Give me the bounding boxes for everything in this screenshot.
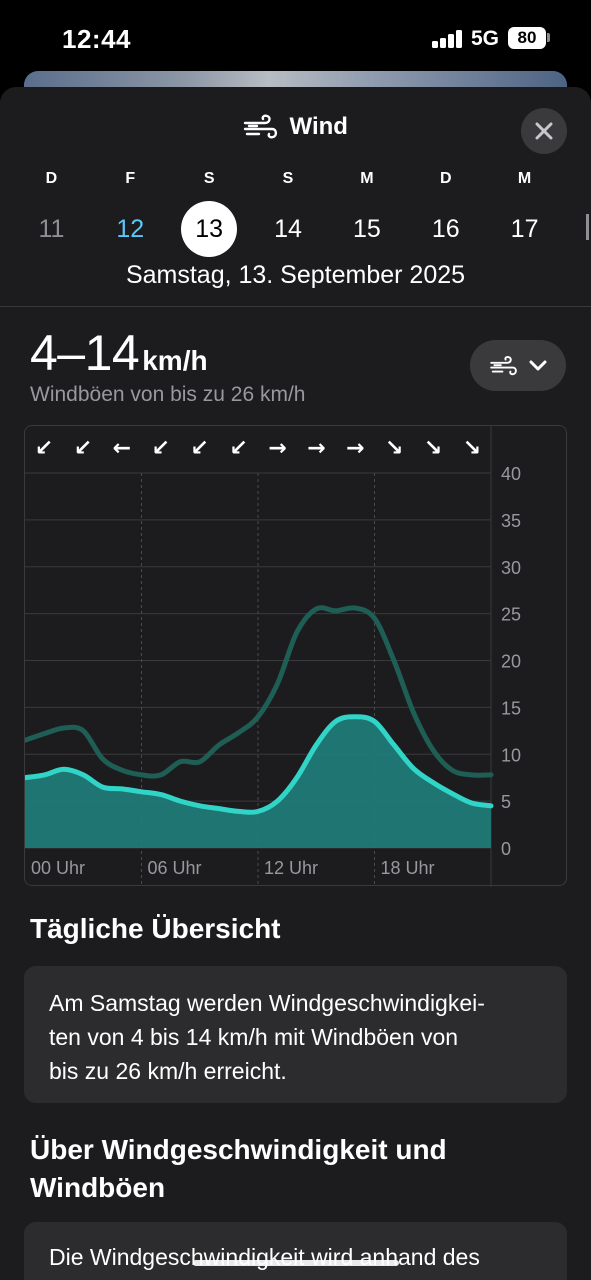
date-strip: 11 12 13 14 15 16 17 xyxy=(12,201,564,257)
date-15[interactable]: 15 xyxy=(327,201,406,257)
x-tick-label: 06 Uhr xyxy=(148,858,202,878)
wind-direction-arrow: → xyxy=(307,436,325,461)
speed-unit: km/h xyxy=(142,345,208,376)
speed-value: 4–14 xyxy=(30,325,140,381)
y-tick-label: 10 xyxy=(501,745,521,765)
wind-icon xyxy=(243,114,278,139)
wind-direction-arrow: → xyxy=(268,436,286,461)
wind-icon xyxy=(490,355,517,375)
wind-direction-arrow: ↘ xyxy=(463,436,481,461)
date-11[interactable]: 11 xyxy=(12,201,91,257)
wind-direction-arrow: ↘ xyxy=(385,436,403,461)
daily-overview-title: Tägliche Übersicht xyxy=(30,913,281,944)
daily-overview-text: Am Samstag werden Windgeschwindigkei- te… xyxy=(49,986,549,1088)
date-14[interactable]: 14 xyxy=(249,201,328,257)
date-label: 14 xyxy=(274,214,302,243)
status-time: 12:44 xyxy=(62,24,131,54)
sheet-header: Wind xyxy=(0,87,591,177)
weekday-label: F xyxy=(125,170,136,187)
date-label: 11 xyxy=(38,214,65,243)
about-card: Die Windgeschwindigkeit wird anhand des xyxy=(24,1222,567,1280)
about-text: Die Windgeschwindigkeit wird anhand des xyxy=(49,1244,480,1270)
full-date: Samstag, 13. September 2025 xyxy=(125,261,466,289)
y-tick-label: 0 xyxy=(501,839,511,859)
wind-direction-arrow: ↙ xyxy=(152,436,170,461)
wind-sheet: Wind D F S S M D M 11 12 13 14 15 16 17 … xyxy=(0,87,591,1280)
network-label: 5G xyxy=(471,27,500,50)
status-bar: 12:44 5G 80 xyxy=(0,0,591,72)
wind-chart[interactable]: 0 5 10 15 20 25 30 35 40 00 Uhr 06 Uhr 12 Uhr 18 Uhr… xyxy=(24,425,567,887)
daily-overview-card: Am Samstag werden Windgeschwindigkei- te… xyxy=(24,966,567,1103)
chevron-down-icon xyxy=(529,360,547,370)
about-title-line: Windböen xyxy=(30,1172,166,1203)
overview-line: Am Samstag werden Windgeschwindigkei- xyxy=(49,990,485,1016)
date-label: 13 xyxy=(181,201,238,257)
y-tick-label: 30 xyxy=(501,558,521,578)
date-13-selected[interactable]: 13 xyxy=(170,201,249,257)
y-tick-label: 35 xyxy=(501,511,521,531)
weekday-label: M xyxy=(360,170,374,187)
divider xyxy=(0,306,591,307)
wind-speed-range: 4–14 km/h xyxy=(30,324,208,382)
battery-tip xyxy=(547,33,550,42)
weekday-row: D F S S M D M xyxy=(12,170,564,192)
overview-line: bis zu 26 km/h erreicht. xyxy=(49,1058,287,1084)
y-tick-label: 15 xyxy=(501,698,521,718)
weekday-label: S xyxy=(282,170,294,187)
overview-line: ten von 4 bis 14 km/h mit Windböen von xyxy=(49,1024,459,1050)
date-17[interactable]: 17 xyxy=(485,201,564,257)
close-button[interactable] xyxy=(521,108,567,154)
x-tick-label: 12 Uhr xyxy=(264,858,318,878)
date-label: 16 xyxy=(431,214,460,243)
gust-summary: Windböen von bis zu 26 km/h xyxy=(30,383,306,406)
signal-icon xyxy=(432,30,464,48)
metric-picker-button[interactable] xyxy=(470,340,566,391)
y-tick-label: 40 xyxy=(501,464,521,484)
about-title: Über Windgeschwindigkeit und Windböen xyxy=(30,1131,447,1207)
weekday-label: D xyxy=(45,170,58,187)
y-tick-label: 20 xyxy=(501,652,521,672)
wind-direction-arrow: ↙ xyxy=(229,436,247,461)
close-icon xyxy=(535,122,553,140)
date-label: 17 xyxy=(510,214,539,243)
battery-level: 80 xyxy=(517,28,537,47)
wind-direction-arrow: ← xyxy=(113,436,131,461)
sheet-title: Wind xyxy=(0,112,591,142)
date-12[interactable]: 12 xyxy=(91,201,170,257)
weekday-label: M xyxy=(517,170,532,187)
wind-chart-svg: 0 5 10 15 20 25 30 35 40 00 Uhr 06 Uhr 12 Uhr 18 Uhr… xyxy=(25,426,521,887)
title-label: Wind xyxy=(289,113,348,140)
wind-direction-arrow: → xyxy=(346,436,364,461)
date-label: 15 xyxy=(352,214,381,243)
weekday-label: D xyxy=(439,170,452,187)
x-tick-label: 18 Uhr xyxy=(381,858,435,878)
wind-direction-arrow: ↘ xyxy=(424,436,442,461)
wind-direction-arrow: ↙ xyxy=(74,436,92,461)
wind-direction-arrow: ↙ xyxy=(35,436,53,461)
date-label: 12 xyxy=(116,214,145,243)
y-tick-label: 5 xyxy=(501,792,511,812)
wind-direction-arrow: ↙ xyxy=(190,436,208,461)
battery-icon: 80 xyxy=(508,27,546,49)
date-16[interactable]: 16 xyxy=(406,201,485,257)
about-title-line: Über Windgeschwindigkeit und xyxy=(30,1134,447,1165)
y-tick-label: 25 xyxy=(501,605,521,625)
next-date-peek xyxy=(586,214,591,240)
weekday-label: S xyxy=(203,170,215,187)
x-tick-label: 00 Uhr xyxy=(31,858,85,878)
home-indicator[interactable] xyxy=(193,1260,399,1266)
